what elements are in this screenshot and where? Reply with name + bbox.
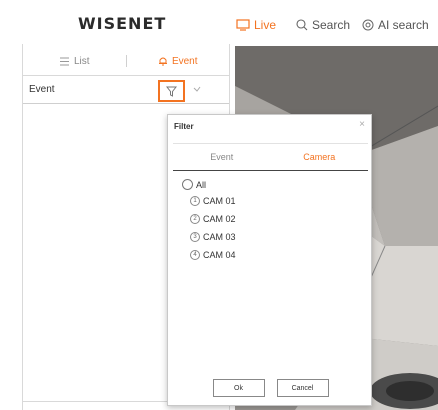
cancel-button[interactable]: Cancel bbox=[276, 379, 329, 397]
dialog-tab-camera[interactable]: Camera bbox=[271, 144, 369, 170]
cam-number-badge: 1 bbox=[190, 196, 200, 206]
filter-row-label: Event bbox=[29, 84, 55, 95]
cam-number-badge: 3 bbox=[190, 232, 200, 242]
option-cam-01[interactable]: 1 CAM 01 bbox=[190, 196, 236, 206]
filter-icon bbox=[166, 86, 177, 97]
sidebar-tabs: List Event bbox=[23, 50, 229, 72]
nav-live[interactable]: Live bbox=[236, 18, 276, 32]
nav-search[interactable]: Search bbox=[296, 18, 350, 32]
nav-ai-search[interactable]: AI search bbox=[362, 18, 429, 32]
option-all[interactable]: All bbox=[182, 179, 206, 190]
nav-search-label: Search bbox=[312, 18, 351, 32]
tab-event[interactable]: Event bbox=[127, 56, 230, 67]
dialog-footer: Ok Cancel bbox=[173, 379, 368, 397]
dialog-title: Filter bbox=[174, 122, 194, 131]
cam-label: CAM 01 bbox=[203, 196, 236, 206]
app-window: WISENET Live Search AI search List Event… bbox=[0, 0, 438, 410]
cam-label: CAM 04 bbox=[203, 250, 236, 260]
tab-list[interactable]: List bbox=[23, 56, 126, 67]
cam-number-badge: 2 bbox=[190, 214, 200, 224]
chevron-down-icon[interactable] bbox=[193, 86, 201, 92]
dialog-tabs: Event Camera bbox=[173, 143, 368, 171]
filter-button[interactable] bbox=[158, 80, 185, 102]
option-cam-03[interactable]: 3 CAM 03 bbox=[190, 232, 236, 242]
ok-button[interactable]: Ok bbox=[212, 379, 265, 397]
dialog-tab-event[interactable]: Event bbox=[173, 144, 271, 170]
wisenet-logo: WISENET bbox=[78, 14, 167, 33]
cam-number-badge: 4 bbox=[190, 250, 200, 260]
filter-dialog: Filter × Event Camera All 1 CAM 01 2 CAM… bbox=[167, 114, 372, 406]
cam-label: CAM 02 bbox=[203, 214, 236, 224]
ai-search-icon bbox=[362, 19, 374, 31]
cam-label: CAM 03 bbox=[203, 232, 236, 242]
tab-event-label: Event bbox=[171, 55, 198, 67]
filter-row: Event bbox=[23, 76, 229, 104]
nav-live-label: Live bbox=[254, 18, 277, 32]
option-cam-02[interactable]: 2 CAM 02 bbox=[190, 214, 236, 224]
all-radio[interactable] bbox=[182, 179, 193, 190]
option-cam-04[interactable]: 4 CAM 04 bbox=[190, 250, 236, 260]
option-all-label: All bbox=[196, 179, 207, 190]
nav-ai-search-label: AI search bbox=[378, 18, 429, 32]
top-header: WISENET Live Search AI search bbox=[0, 0, 438, 44]
search-icon bbox=[296, 19, 308, 31]
tab-list-label: List bbox=[73, 55, 90, 67]
monitor-icon bbox=[236, 19, 250, 31]
list-icon bbox=[59, 57, 69, 65]
bell-icon bbox=[158, 57, 167, 66]
close-icon[interactable]: × bbox=[359, 119, 365, 130]
